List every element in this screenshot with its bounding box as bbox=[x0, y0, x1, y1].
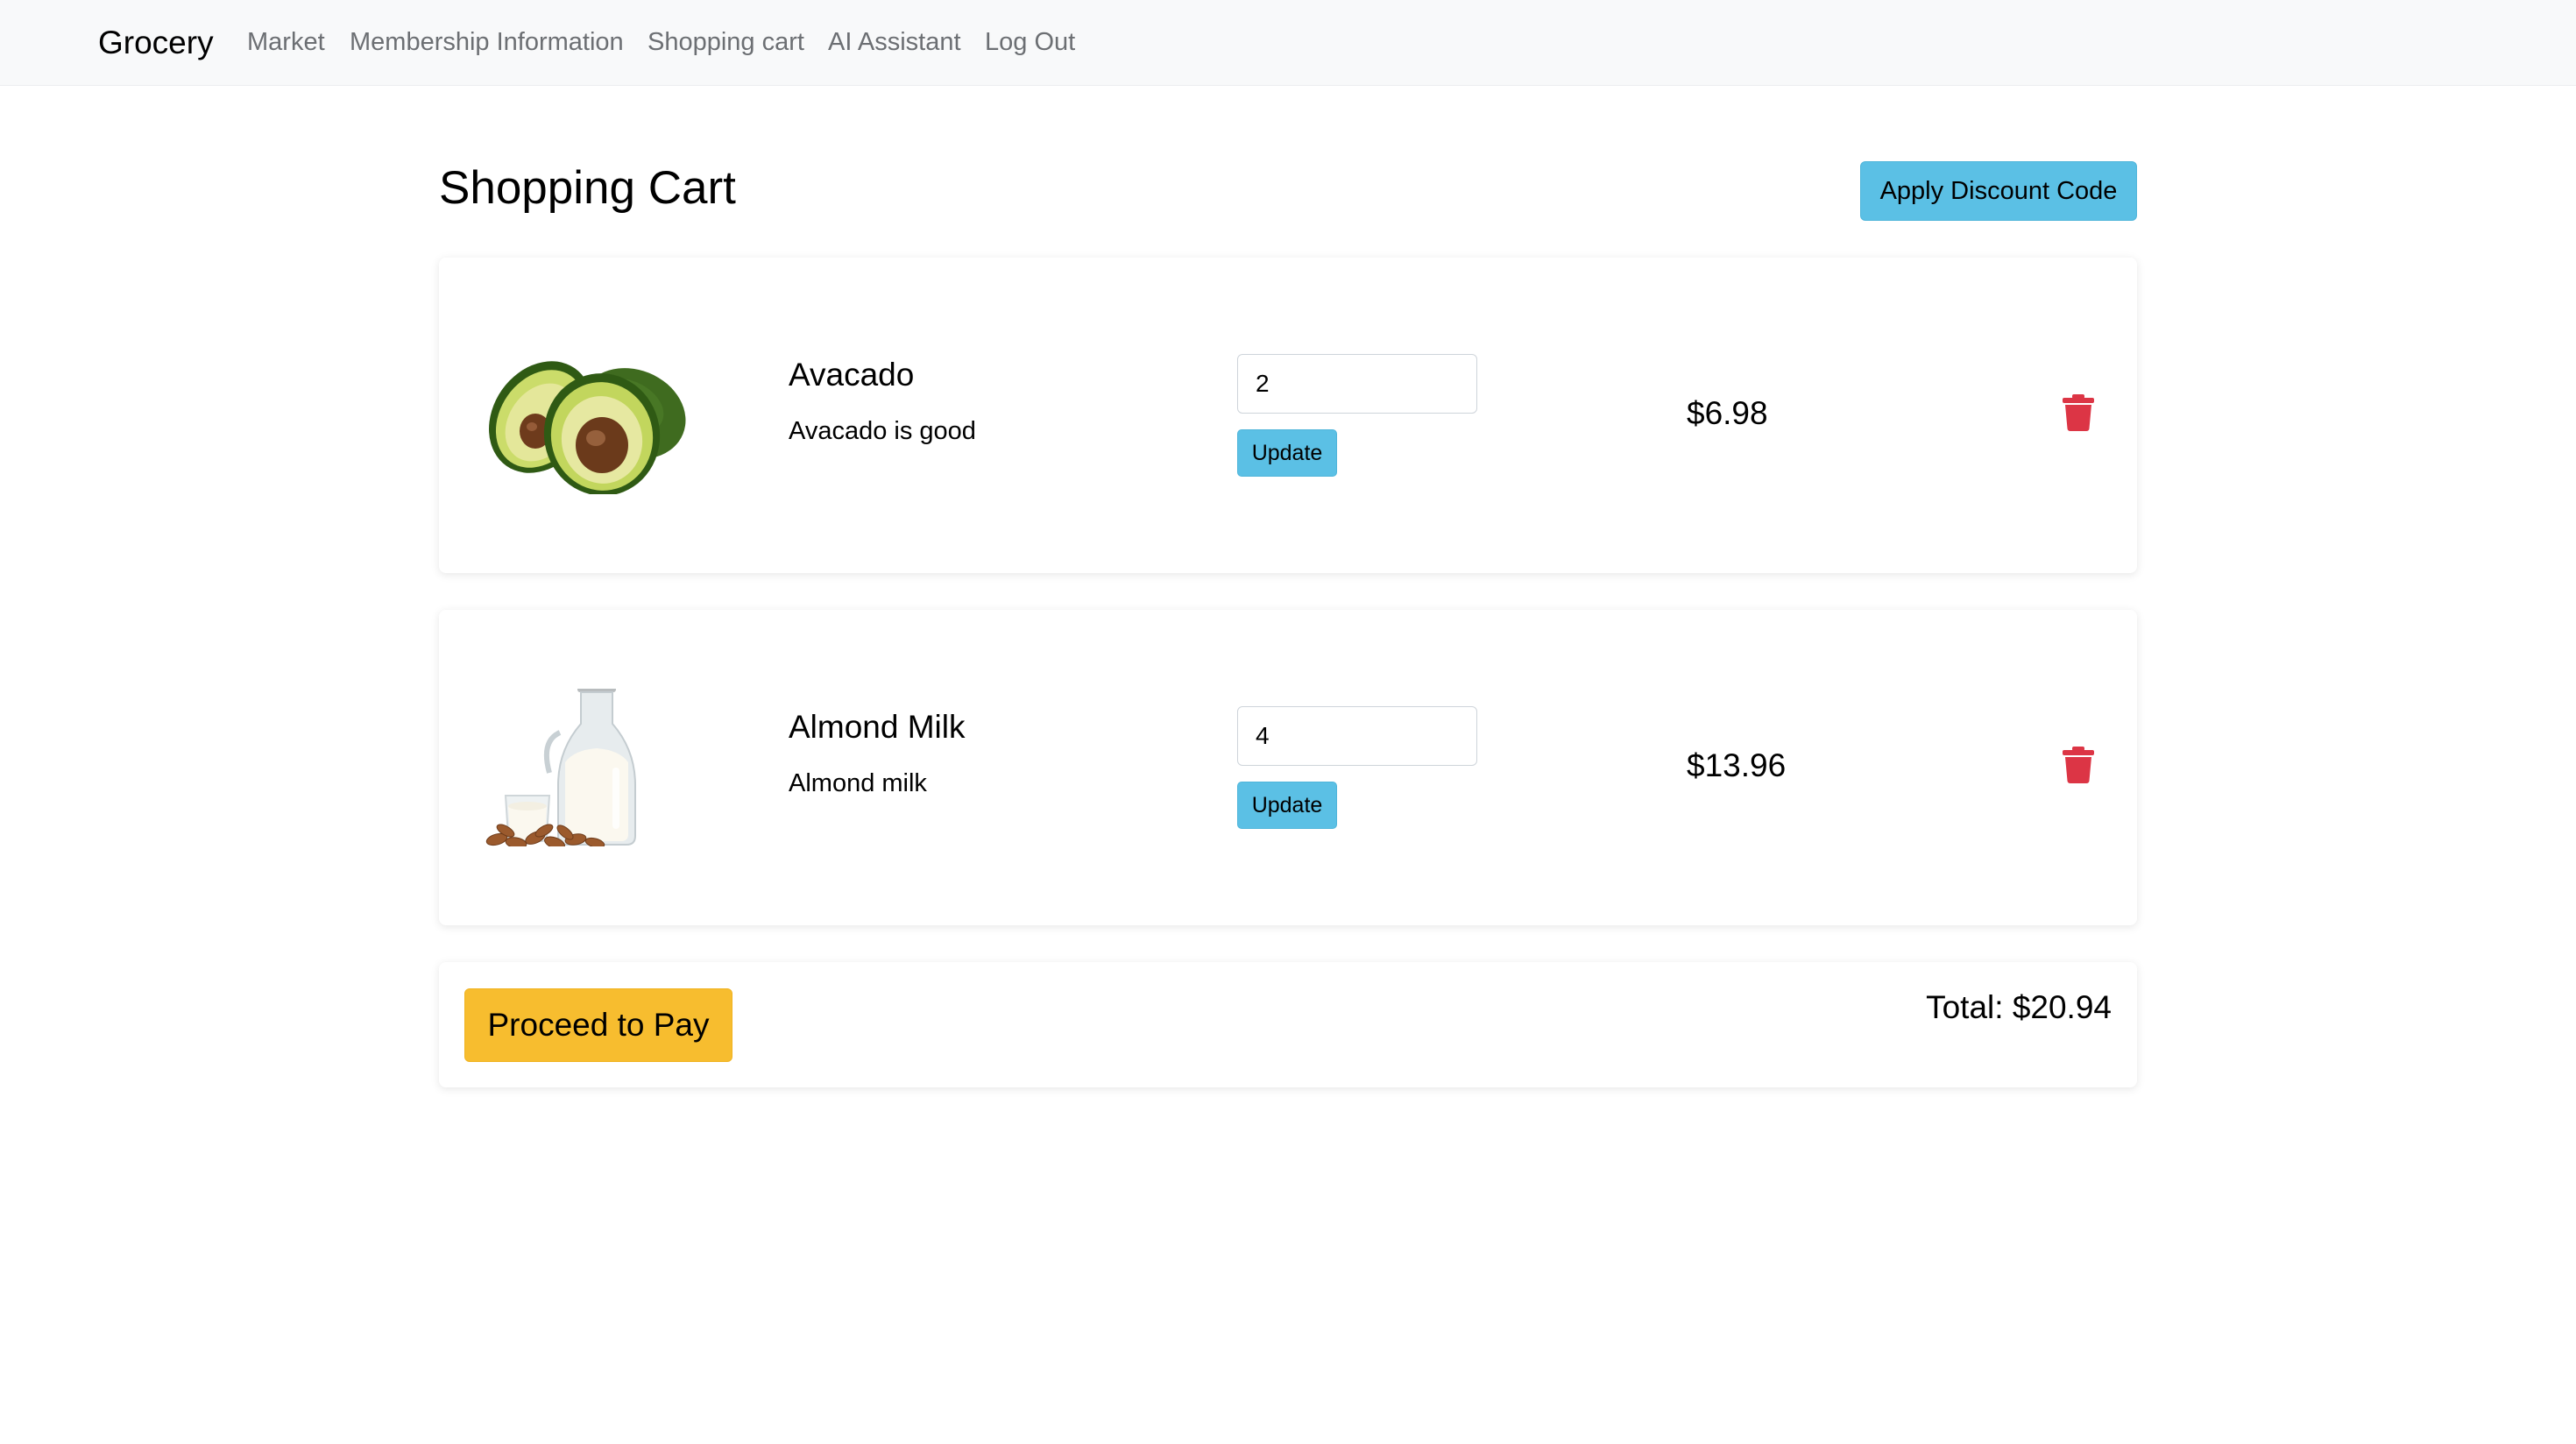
nav-link-membership-information[interactable]: Membership Information bbox=[350, 26, 624, 58]
product-description: Avacado is good bbox=[789, 417, 976, 445]
trash-icon bbox=[2063, 746, 2094, 783]
quantity-input[interactable] bbox=[1237, 706, 1477, 766]
avocado-image bbox=[489, 361, 686, 494]
cart-total: Total: $20.94 bbox=[1926, 989, 2112, 1025]
delete-item-button[interactable] bbox=[2061, 746, 2096, 786]
product-description: Almond milk bbox=[789, 769, 927, 797]
apply-discount-code-button[interactable]: Apply Discount Code bbox=[1860, 161, 2137, 221]
item-price: $6.98 bbox=[1687, 395, 1768, 431]
quantity-input[interactable] bbox=[1237, 354, 1477, 414]
cart-item-card: Avacado Avacado is good Update $6.98 bbox=[439, 258, 2137, 573]
nav-link-market[interactable]: Market bbox=[247, 26, 325, 58]
top-navbar: Grocery Market Membership Information Sh… bbox=[0, 0, 2576, 86]
update-quantity-button[interactable]: Update bbox=[1237, 429, 1337, 477]
update-quantity-button[interactable]: Update bbox=[1237, 782, 1337, 829]
nav-link-shopping-cart[interactable]: Shopping cart bbox=[648, 26, 804, 58]
nav-link-log-out[interactable]: Log Out bbox=[985, 26, 1075, 58]
checkout-panel: Proceed to Pay Total: $20.94 bbox=[439, 962, 2137, 1087]
product-name: Avacado bbox=[789, 357, 915, 393]
nav-link-ai-assistant[interactable]: AI Assistant bbox=[828, 26, 961, 58]
trash-icon bbox=[2063, 393, 2094, 431]
cart-item-card: Almond Milk Almond milk Update $13.96 bbox=[439, 610, 2137, 925]
brand-logo-link[interactable]: Grocery bbox=[98, 24, 214, 62]
item-price: $13.96 bbox=[1687, 747, 1787, 783]
page-title: Shopping Cart bbox=[439, 162, 736, 214]
proceed-to-pay-button[interactable]: Proceed to Pay bbox=[464, 988, 732, 1062]
product-name: Almond Milk bbox=[789, 709, 966, 745]
delete-item-button[interactable] bbox=[2061, 393, 2096, 434]
almond-milk-image bbox=[485, 689, 636, 846]
